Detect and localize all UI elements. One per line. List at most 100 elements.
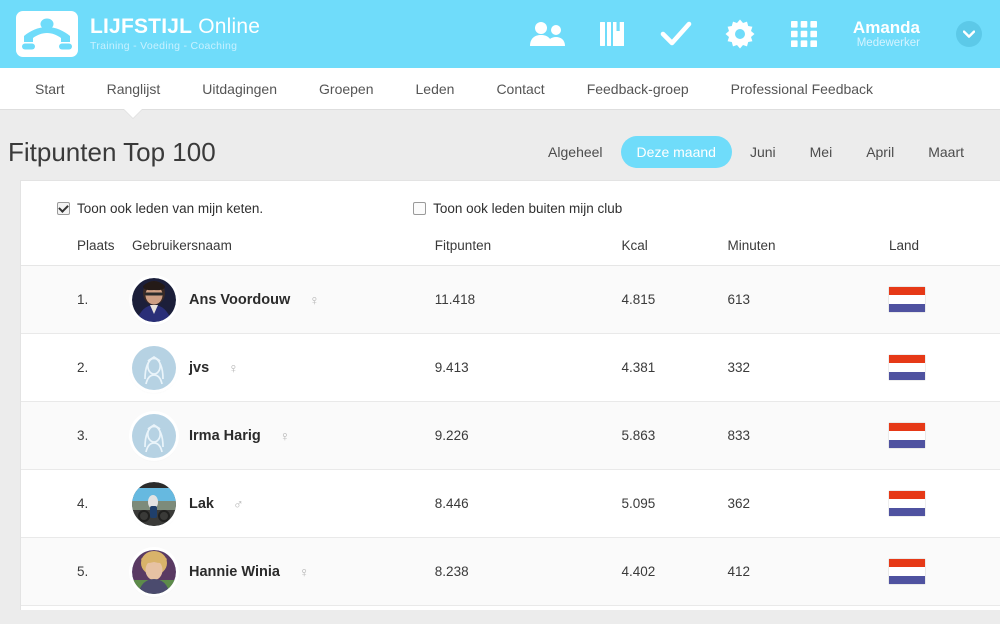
column-header-fitpunten[interactable]: Fitpunten bbox=[434, 230, 622, 266]
avatar[interactable] bbox=[132, 345, 177, 390]
app-header: LIJFSTIJL Online Training - Voeding - Co… bbox=[0, 0, 1000, 68]
cell-land bbox=[888, 265, 1000, 334]
filter-options: Toon ook leden van mijn keten. Toon ook … bbox=[21, 181, 1000, 230]
filter-keten-label: Toon ook leden van mijn keten. bbox=[77, 201, 264, 216]
gender-icon: ♀ bbox=[309, 291, 320, 308]
cell-plaats: 5. bbox=[21, 537, 133, 606]
nav-item-start[interactable]: Start bbox=[14, 68, 86, 110]
avatar[interactable] bbox=[132, 277, 177, 322]
cell-minuten: 833 bbox=[727, 401, 889, 470]
cell-kcal: 4.381 bbox=[621, 333, 728, 402]
cell-fitpunten: 9.413 bbox=[434, 333, 622, 402]
leaderboard-card: Toon ook leden van mijn keten. Toon ook … bbox=[20, 180, 1000, 610]
period-tab-maart[interactable]: Maart bbox=[912, 136, 980, 168]
username-label: jvs bbox=[189, 359, 210, 376]
column-header-land[interactable]: Land bbox=[888, 230, 1000, 266]
cell-gebruikersnaam: jvs ♀ bbox=[132, 333, 435, 402]
table-body: 1. Ans Voordouw ♀ 11.418 4.815 613 2. jv… bbox=[21, 265, 1000, 606]
column-header-gebruikersnaam[interactable]: Gebruikersnaam bbox=[132, 230, 435, 266]
username-label: Lak bbox=[189, 495, 215, 512]
filter-buiten-club-checkbox[interactable] bbox=[413, 202, 427, 215]
cell-minuten: 613 bbox=[727, 265, 889, 334]
user-role: Medewerker bbox=[856, 37, 920, 50]
period-tab-juni[interactable]: Juni bbox=[734, 136, 792, 168]
period-tab-april[interactable]: April bbox=[850, 136, 910, 168]
table-row[interactable]: 1. Ans Voordouw ♀ 11.418 4.815 613 bbox=[21, 265, 1000, 334]
nav-item-ranglijst[interactable]: Ranglijst bbox=[86, 68, 182, 118]
avatar[interactable] bbox=[132, 549, 177, 594]
cell-minuten: 412 bbox=[727, 537, 889, 606]
pushup-silhouette-logo bbox=[16, 11, 78, 57]
header-toolbar: Amanda Medewerker bbox=[529, 15, 982, 53]
user-name: Amanda bbox=[852, 17, 920, 37]
gear-icon[interactable] bbox=[721, 15, 759, 53]
book-icon[interactable] bbox=[593, 15, 631, 53]
cell-kcal: 5.863 bbox=[621, 401, 728, 470]
brand-logo-area[interactable]: LIJFSTIJL Online Training - Voeding - Co… bbox=[16, 11, 260, 57]
avatar[interactable] bbox=[132, 413, 177, 458]
cell-kcal: 4.402 bbox=[621, 537, 728, 606]
chevron-down-icon[interactable] bbox=[956, 21, 982, 47]
cell-fitpunten: 11.418 bbox=[434, 265, 622, 334]
cell-fitpunten: 8.238 bbox=[434, 537, 622, 606]
filter-buiten-club-label: Toon ook leden buiten mijn club bbox=[433, 201, 623, 216]
cell-land bbox=[888, 469, 1000, 538]
nl-flag-icon bbox=[888, 491, 925, 516]
cell-gebruikersnaam: Hannie Winia ♀ bbox=[132, 537, 435, 606]
avatar[interactable] bbox=[132, 481, 177, 526]
people-icon[interactable] bbox=[529, 15, 567, 53]
gender-icon: ♀ bbox=[279, 427, 291, 444]
cell-gebruikersnaam: Lak ♂ bbox=[132, 469, 435, 538]
gender-icon: ♂ bbox=[233, 495, 244, 512]
nav-item-professional-feedback[interactable]: Professional Feedback bbox=[710, 68, 894, 110]
nav-item-leden[interactable]: Leden bbox=[395, 68, 476, 110]
table-header-row: Plaats Gebruikersnaam Fitpunten Kcal Min… bbox=[21, 230, 1000, 266]
period-tab-algeheel[interactable]: Algeheel bbox=[532, 136, 619, 168]
column-header-kcal[interactable]: Kcal bbox=[621, 230, 728, 266]
gender-icon: ♀ bbox=[298, 563, 310, 580]
cell-land bbox=[888, 401, 1000, 470]
column-header-minuten[interactable]: Minuten bbox=[727, 230, 889, 266]
page-body: Fitpunten Top 100 Algeheel Deze maand Ju… bbox=[0, 110, 1000, 610]
table-row[interactable]: 4. Lak ♂ 8.446 5.095 362 bbox=[21, 469, 1000, 538]
cell-land bbox=[888, 333, 1000, 402]
main-navigation: Start Ranglijst Uitdagingen Groepen Lede… bbox=[0, 68, 1000, 118]
nl-flag-icon bbox=[888, 287, 925, 312]
grid-apps-icon[interactable] bbox=[785, 15, 823, 53]
nl-flag-icon bbox=[888, 559, 925, 584]
period-filter-tabs: Algeheel Deze maand Juni Mei April Maart bbox=[532, 136, 980, 168]
cell-plaats: 4. bbox=[21, 469, 133, 538]
brand-title: LIJFSTIJL Online bbox=[90, 16, 260, 37]
cell-land bbox=[888, 537, 1000, 606]
nav-item-groepen[interactable]: Groepen bbox=[298, 68, 394, 110]
gender-icon: ♀ bbox=[228, 359, 239, 376]
table-row[interactable]: 5. Hannie Winia ♀ 8.238 4.402 412 bbox=[21, 537, 1000, 606]
nav-item-uitdagingen[interactable]: Uitdagingen bbox=[181, 68, 298, 110]
check-icon[interactable] bbox=[657, 15, 695, 53]
username-label: Irma Harig bbox=[189, 427, 261, 444]
username-label: Hannie Winia bbox=[189, 563, 280, 580]
cell-fitpunten: 8.446 bbox=[434, 469, 622, 538]
nav-item-contact[interactable]: Contact bbox=[475, 68, 565, 110]
username-label: Ans Voordouw bbox=[189, 291, 291, 308]
filter-keten-checkbox[interactable] bbox=[57, 202, 70, 215]
nl-flag-icon bbox=[888, 355, 925, 380]
period-tab-mei[interactable]: Mei bbox=[794, 136, 849, 168]
period-tab-deze-maand[interactable]: Deze maand bbox=[620, 136, 732, 168]
cell-minuten: 362 bbox=[727, 469, 889, 538]
cell-gebruikersnaam: Ans Voordouw ♀ bbox=[132, 265, 435, 334]
brand-subtitle: Training - Voeding - Coaching bbox=[90, 40, 238, 53]
user-menu[interactable]: Amanda Medewerker bbox=[853, 18, 920, 51]
filter-buiten-club[interactable]: Toon ook leden buiten mijn club bbox=[413, 201, 622, 216]
column-header-plaats[interactable]: Plaats bbox=[21, 230, 133, 266]
nav-item-ranglijst-label: Ranglijst bbox=[106, 80, 161, 97]
filter-keten[interactable]: Toon ook leden van mijn keten. bbox=[57, 201, 263, 216]
table-row[interactable]: 3. Irma Harig ♀ 9.226 5.863 833 bbox=[21, 401, 1000, 470]
nav-item-feedback-groep[interactable]: Feedback-groep bbox=[566, 68, 710, 110]
leaderboard-table: Plaats Gebruikersnaam Fitpunten Kcal Min… bbox=[21, 230, 1000, 606]
table-row[interactable]: 2. jvs ♀ 9.413 4.381 332 bbox=[21, 333, 1000, 402]
cell-kcal: 5.095 bbox=[621, 469, 728, 538]
cell-kcal: 4.815 bbox=[621, 265, 728, 334]
cell-gebruikersnaam: Irma Harig ♀ bbox=[132, 401, 435, 470]
cell-plaats: 3. bbox=[21, 401, 133, 470]
